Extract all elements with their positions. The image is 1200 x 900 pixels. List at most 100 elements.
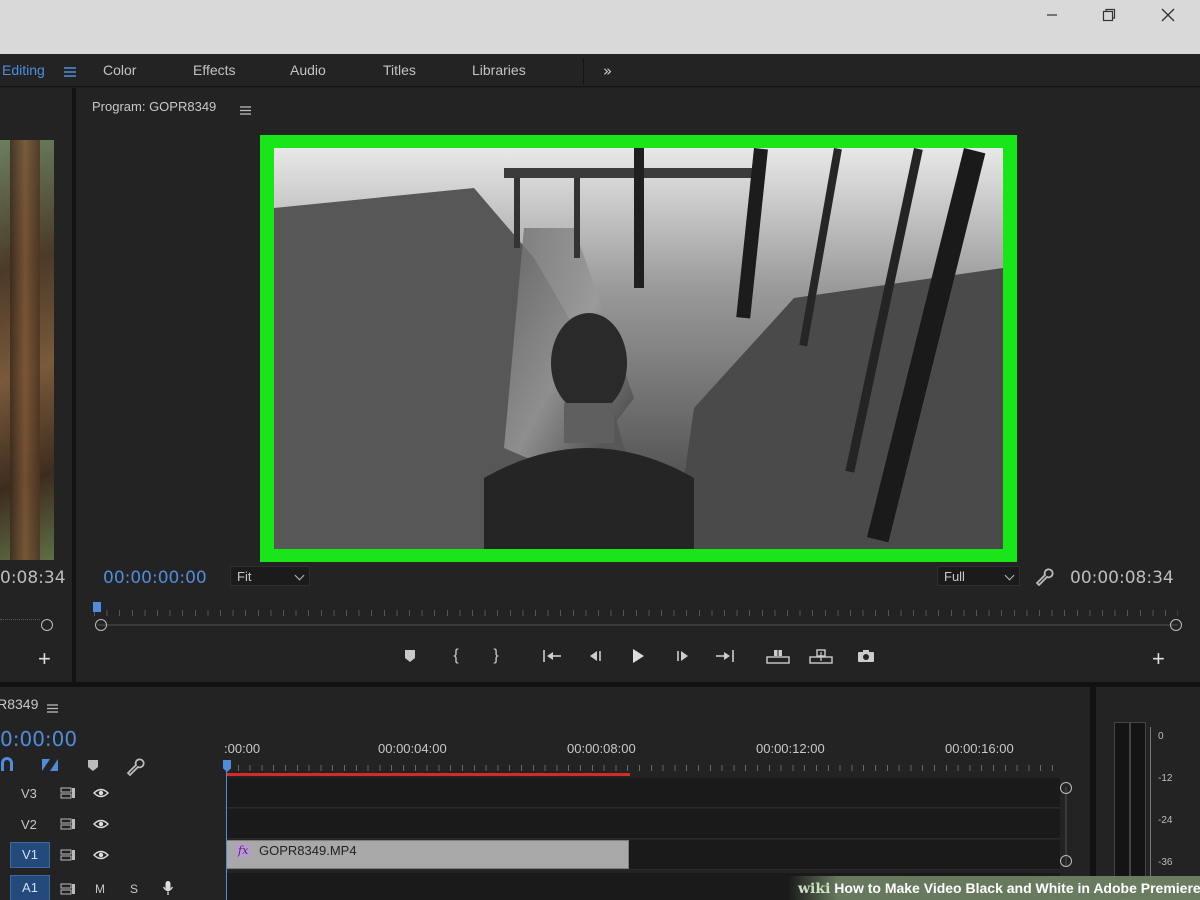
go-to-out-button[interactable] xyxy=(712,644,738,668)
program-monitor-panel: Program: GOPR8349 00:00:00:00 Fit Full 0… xyxy=(76,88,1200,682)
eye-icon[interactable] xyxy=(93,786,109,804)
program-duration-timecode: 00:00:08:34 xyxy=(1070,568,1174,588)
program-add-button[interactable]: + xyxy=(1152,646,1165,672)
workspace-separator xyxy=(583,58,584,84)
step-forward-button[interactable] xyxy=(670,644,696,668)
minimize-icon xyxy=(1047,14,1057,16)
mark-out-button[interactable]: } xyxy=(483,644,509,668)
go-to-in-button[interactable] xyxy=(539,644,565,668)
timeline-time-ruler[interactable] xyxy=(226,763,1060,773)
minimize-button[interactable] xyxy=(1032,4,1072,26)
ruler-label-3: 00:00:12:00 xyxy=(756,741,825,756)
camera-icon xyxy=(858,650,874,662)
export-frame-button[interactable] xyxy=(853,644,879,668)
track-label-a1[interactable]: A1 xyxy=(10,875,50,900)
fx-badge: fx xyxy=(236,844,251,857)
track-header-a1: A1 M S xyxy=(0,873,225,900)
workspace-overflow-icon[interactable]: » xyxy=(603,62,612,80)
source-ruler xyxy=(0,610,40,620)
step-back-button[interactable] xyxy=(582,644,608,668)
scroll-handle-right[interactable] xyxy=(1170,619,1182,631)
vscroll-handle-bottom[interactable] xyxy=(1060,855,1072,867)
chevron-down-icon xyxy=(1004,570,1015,581)
timeline-timecode[interactable]: 0:00:00 xyxy=(0,727,77,751)
ruler-label-4: 00:00:16:00 xyxy=(945,741,1014,756)
track-label-v3[interactable]: V3 xyxy=(21,786,37,801)
workspace-tab-editing[interactable]: Editing xyxy=(2,62,45,78)
track-label-v2[interactable]: V2 xyxy=(21,817,37,832)
add-marker-button[interactable] xyxy=(397,644,423,668)
snap-magnet-icon[interactable] xyxy=(0,757,16,778)
meter-label-12: -12 xyxy=(1158,773,1173,784)
extract-button[interactable] xyxy=(808,644,834,668)
scroll-handle-left[interactable] xyxy=(95,619,107,631)
program-panel-menu-icon[interactable] xyxy=(240,102,251,120)
program-current-timecode[interactable]: 00:00:00:00 xyxy=(103,568,207,588)
ruler-label-1: 00:00:04:00 xyxy=(378,741,447,756)
window-title-bar xyxy=(0,0,1200,54)
workspace-tab-titles[interactable]: Titles xyxy=(383,62,416,78)
track-header-v1: V1 xyxy=(0,840,225,870)
go-to-out-icon xyxy=(716,650,734,662)
ruler-label-0: :00:00 xyxy=(224,741,261,756)
workspace-tab-audio[interactable]: Audio xyxy=(290,62,326,78)
workspace-bar: Editing Color Effects Audio Titles Libra… xyxy=(0,54,1200,87)
audio-meter-bar-right xyxy=(1130,722,1146,900)
track-header-v2: V2 xyxy=(0,809,225,839)
track-output-icon[interactable] xyxy=(60,848,76,866)
render-status-bar xyxy=(226,773,630,776)
add-marker-icon[interactable] xyxy=(87,759,99,777)
track-lane-v3[interactable] xyxy=(226,778,1060,808)
chevron-down-icon xyxy=(294,570,305,581)
audio-meter-bar-left xyxy=(1114,722,1130,900)
play-button[interactable] xyxy=(625,644,651,668)
step-back-icon xyxy=(590,651,601,661)
mute-track-button[interactable]: M xyxy=(95,882,105,896)
track-header-v3: V3 xyxy=(0,778,225,808)
track-output-icon[interactable] xyxy=(60,817,76,835)
meter-scale xyxy=(1150,727,1154,897)
playback-resolution-select[interactable]: Full xyxy=(937,566,1020,586)
track-label-v1[interactable]: V1 xyxy=(10,842,50,868)
video-clip[interactable]: fx GOPR8349.MP4 xyxy=(226,840,629,869)
restore-button[interactable] xyxy=(1089,4,1129,26)
workspace-menu-icon[interactable] xyxy=(64,64,76,80)
zoom-level-select[interactable]: Fit xyxy=(230,566,310,586)
step-forward-icon xyxy=(677,651,688,661)
mark-in-button[interactable]: { xyxy=(443,644,469,668)
ruler-label-2: 00:00:08:00 xyxy=(567,741,636,756)
zoom-level-value: Fit xyxy=(237,569,252,584)
source-add-button[interactable]: + xyxy=(38,646,51,672)
close-icon xyxy=(1161,8,1175,22)
program-playhead-marker[interactable] xyxy=(93,602,101,612)
eye-icon[interactable] xyxy=(93,848,109,866)
mark-out-icon: } xyxy=(493,647,499,664)
close-button[interactable] xyxy=(1148,4,1188,26)
program-time-ruler[interactable] xyxy=(94,604,1178,618)
track-output-icon[interactable] xyxy=(60,882,76,900)
eye-icon[interactable] xyxy=(93,817,109,835)
timeline-panel-menu-icon[interactable] xyxy=(47,700,58,718)
workspace-tab-effects[interactable]: Effects xyxy=(193,62,236,78)
play-icon xyxy=(633,649,644,663)
watermark-text: How to Make Video Black and White in Ado… xyxy=(834,880,1200,896)
workspace-tab-libraries[interactable]: Libraries xyxy=(472,62,526,78)
lift-button[interactable] xyxy=(765,644,791,668)
linked-selection-icon[interactable] xyxy=(40,757,60,778)
mark-in-icon: { xyxy=(453,647,459,664)
playback-resolution-value: Full xyxy=(944,569,965,584)
vscroll-handle-top[interactable] xyxy=(1060,782,1072,794)
settings-wrench-icon[interactable] xyxy=(1034,566,1054,591)
program-monitor-title: Program: GOPR8349 xyxy=(92,99,217,114)
restore-icon xyxy=(1102,8,1116,22)
microphone-icon[interactable] xyxy=(162,880,174,900)
wikihow-watermark: wiki How to Make Video Black and White i… xyxy=(788,876,1200,900)
program-zoom-scrollbar[interactable] xyxy=(98,624,1178,626)
solo-track-button[interactable]: S xyxy=(130,882,138,896)
audio-meter-panel: 0 -12 -24 -36 xyxy=(1096,687,1200,900)
track-output-icon[interactable] xyxy=(60,786,76,804)
source-monitor-panel: 0:08:34 + xyxy=(0,88,72,682)
track-lane-v2[interactable] xyxy=(226,809,1060,839)
source-playhead-end[interactable] xyxy=(41,619,53,631)
workspace-tab-color[interactable]: Color xyxy=(103,62,136,78)
